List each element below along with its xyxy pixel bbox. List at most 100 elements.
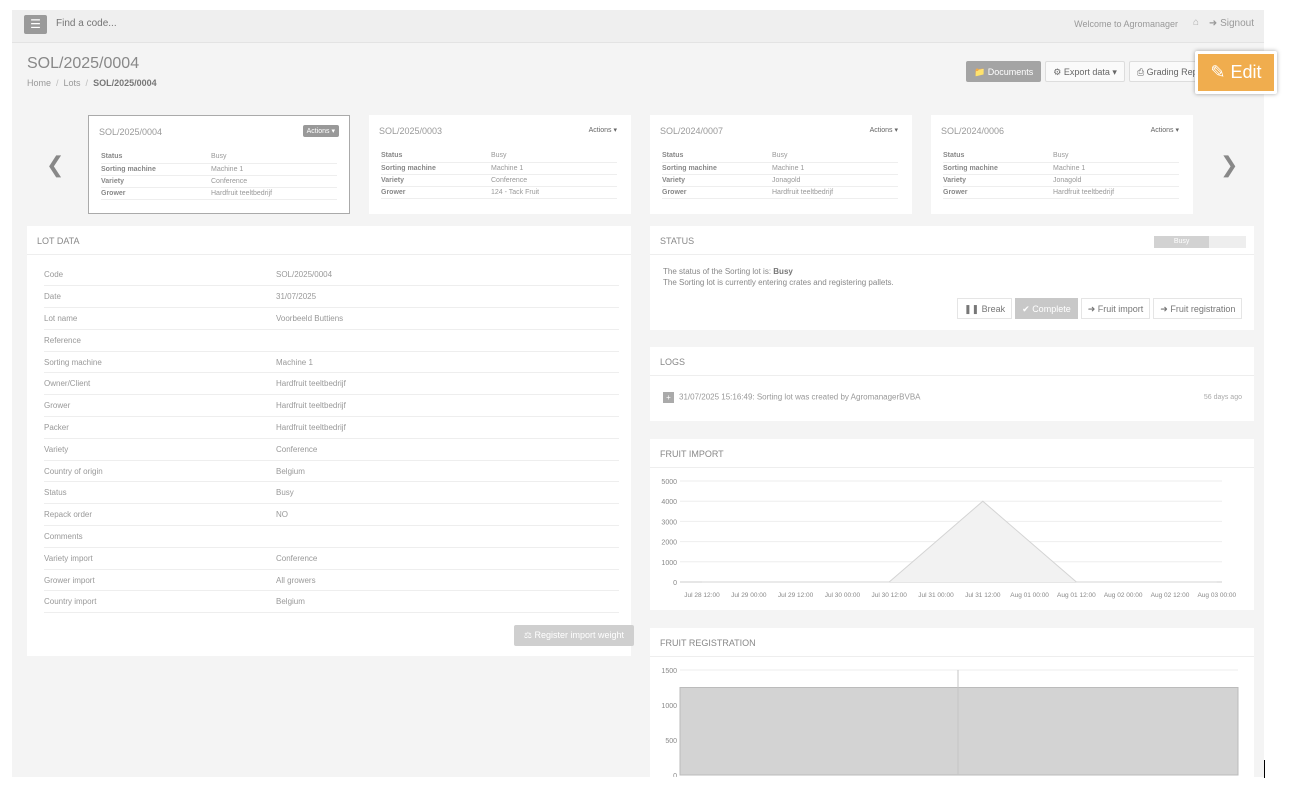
field-value: Conference <box>276 438 619 461</box>
fruit-registration-button[interactable]: ➜ Fruit registration <box>1153 298 1243 319</box>
logs-title: LOGS <box>660 357 686 367</box>
lot-card-field-label: Grower <box>101 187 211 200</box>
lot-card-field-value: Busy <box>772 150 898 163</box>
lot-card-code[interactable]: SOL/2024/0007 <box>660 126 723 136</box>
search-input[interactable] <box>56 18 256 29</box>
lot-card-row: Status Busy <box>101 151 337 164</box>
signout-link[interactable]: ➜ Signout <box>1209 18 1254 29</box>
documents-button[interactable]: 📁 Documents <box>966 61 1042 82</box>
edit-button[interactable]: ✎ Edit <box>1195 51 1277 94</box>
break-button[interactable]: ❚❚ Break <box>957 298 1013 319</box>
home-icon[interactable]: ⌂ <box>1193 17 1199 28</box>
lot-card-code[interactable]: SOL/2024/0006 <box>941 126 1004 136</box>
field-label: Date <box>44 285 276 309</box>
complete-button[interactable]: ✔ Complete <box>1015 298 1078 319</box>
carousel-prev-icon[interactable]: ❮ <box>46 152 64 178</box>
field-value: Voorbeeld Buttiens <box>276 307 619 330</box>
caret-down-icon: ▾ <box>1175 127 1179 134</box>
lot-card-field-label: Status <box>943 150 1053 163</box>
lot-card[interactable]: SOL/2024/0006 Actions ▾ Status Busy Sorting … <box>931 115 1193 214</box>
field-label: Comments <box>44 525 276 548</box>
lot-card-field-label: Sorting machine <box>381 162 491 175</box>
x-tick-label: Aug 01 00:00 <box>1010 592 1049 599</box>
table-row: Grower import All growers <box>44 569 619 592</box>
table-row: Packer Hardfruit teeltbedrijf <box>44 416 619 439</box>
lot-card-table: Status Busy Sorting machine Machine 1 Variet… <box>662 150 898 199</box>
lot-card-field-label: Variety <box>381 174 491 187</box>
y-tick-label: 5000 <box>661 479 677 486</box>
breadcrumb-home[interactable]: Home <box>27 78 51 88</box>
lot-card[interactable]: SOL/2025/0004 Actions ▾ Status Busy Sorting … <box>88 115 350 214</box>
lot-card-row: Sorting machine Machine 1 <box>943 162 1179 175</box>
lot-card-field-value: Hardfruit teeltbedrijf <box>211 187 337 200</box>
status-line-2: The Sorting lot is currently entering cr… <box>663 278 894 287</box>
field-label: Packer <box>44 416 276 439</box>
table-row: Owner/Client Hardfruit teeltbedrijf <box>44 372 619 396</box>
lot-card[interactable]: SOL/2024/0007 Actions ▾ Status Busy Sorting … <box>650 115 912 214</box>
fruit-import-button[interactable]: ➜ Fruit import <box>1080 298 1151 319</box>
lot-card-actions-button[interactable]: Actions ▾ <box>1147 124 1183 136</box>
lot-card-row: Sorting machine Machine 1 <box>101 163 337 176</box>
lot-card-field-value: Busy <box>211 151 337 164</box>
lot-card-actions-button[interactable]: Actions ▾ <box>866 124 902 136</box>
x-tick-label: Jul 29 12:00 <box>778 592 814 599</box>
sign-out-icon: ➜ <box>1160 304 1168 314</box>
x-tick-label: Aug 01 12:00 <box>1057 592 1096 599</box>
lot-card[interactable]: SOL/2025/0003 Actions ▾ Status Busy Sorting … <box>369 115 631 214</box>
field-value <box>276 329 619 352</box>
breadcrumb-lots[interactable]: Lots <box>64 78 81 88</box>
table-row: Date 31/07/2025 <box>44 285 619 309</box>
top-bar: ☰ Welcome to Agromanager ⌂ ➜ Signout <box>12 10 1264 43</box>
field-label: Sorting machine <box>44 351 276 374</box>
fruit-registration-chart: 0 500 1000 1500 <box>661 668 1239 777</box>
export-data-button[interactable]: ⚙ Export data ▾ <box>1045 61 1125 82</box>
breadcrumb: Home / Lots / SOL/2025/0004 <box>27 78 157 88</box>
caret-down-icon: ▾ <box>894 127 898 134</box>
x-tick-label: Jul 31 00:00 <box>918 592 954 599</box>
status-actions: ❚❚ Break ✔ Complete ➜ Fruit import ➜ Fru… <box>957 298 1243 319</box>
lot-card-actions-button[interactable]: Actions ▾ <box>585 124 621 136</box>
text-cursor <box>1264 760 1265 778</box>
lot-card-field-label: Variety <box>101 175 211 188</box>
field-label: Owner/Client <box>44 372 276 396</box>
table-row: Country import Belgium <box>44 590 619 614</box>
lot-card-actions-button[interactable]: Actions ▾ <box>302 125 339 137</box>
print-icon: ⎙ <box>1136 67 1145 77</box>
hamburger-icon[interactable]: ☰ <box>24 15 47 34</box>
carousel-next-icon[interactable]: ❯ <box>1220 152 1238 178</box>
field-label: Variety import <box>44 547 276 570</box>
field-label: Status <box>44 481 276 505</box>
lot-data-title: LOT DATA <box>37 236 80 246</box>
lot-card-row: Variety Jonagold <box>662 174 898 187</box>
lot-card-field-value: Busy <box>491 150 617 163</box>
lot-card-field-label: Variety <box>943 174 1053 187</box>
scale-icon: ⚖ <box>523 630 532 640</box>
lot-card-row: Variety Conference <box>381 174 617 187</box>
breadcrumb-current: SOL/2025/0004 <box>93 78 157 88</box>
x-tick-label: Jul 30 12:00 <box>871 592 907 599</box>
field-value: Busy <box>276 481 619 505</box>
status-title: STATUS <box>660 236 695 246</box>
bar <box>679 687 1239 776</box>
lot-card-field-label: Status <box>662 150 772 163</box>
lot-card-code[interactable]: SOL/2025/0004 <box>99 127 162 137</box>
register-import-weight-button[interactable]: ⚖ Register import weight <box>514 625 634 646</box>
lot-card-row: Variety Conference <box>101 175 337 188</box>
lot-card-field-value: 124 - Tack Fruit <box>491 186 617 199</box>
y-tick-label: 0 <box>673 580 677 587</box>
lot-card-table: Status Busy Sorting machine Machine 1 Variet… <box>381 150 617 199</box>
lot-card-code[interactable]: SOL/2025/0003 <box>379 126 442 136</box>
field-value: Hardfruit teeltbedrijf <box>276 416 619 439</box>
x-tick-label: Aug 03 00:00 <box>1197 592 1236 599</box>
field-label: Code <box>44 264 276 287</box>
table-row: Comments <box>44 525 619 548</box>
folder-icon: 📁 <box>974 67 986 77</box>
lot-data-panel: LOT DATA Code SOL/2025/0004 Date 31/07/2025… <box>27 226 634 656</box>
table-row: Sorting machine Machine 1 <box>44 351 619 374</box>
status-progress-bar: Busy <box>1154 236 1246 248</box>
caret-down-icon: ▾ <box>331 128 335 135</box>
lot-card-field-label: Grower <box>943 186 1053 199</box>
y-tick-label: 3000 <box>661 519 677 526</box>
field-value: Hardfruit teeltbedrijf <box>276 372 619 396</box>
field-value: Machine 1 <box>276 351 619 374</box>
